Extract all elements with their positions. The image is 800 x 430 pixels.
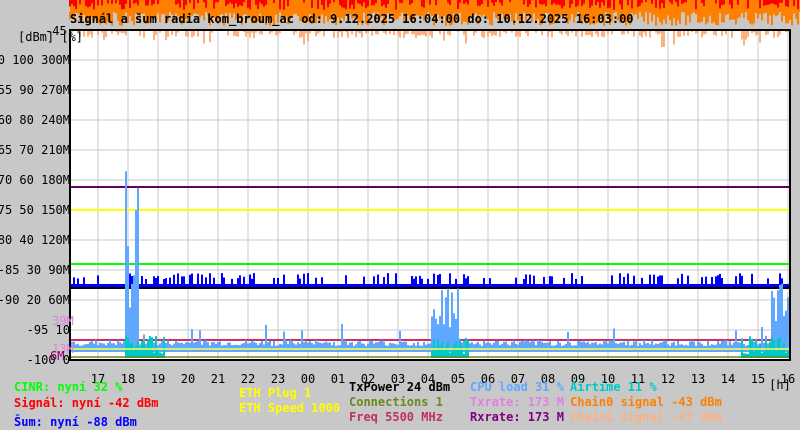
legend-eth-speed: ETH Speed 1000 bbox=[239, 401, 341, 415]
legend-airtime: Airtime 11 % bbox=[570, 380, 657, 394]
x-axis-label: 01 bbox=[330, 372, 346, 386]
graph-canvas bbox=[69, 0, 800, 361]
legend-cinr: CINR: nyní 32 % bbox=[14, 380, 123, 394]
x-axis-label: 18 bbox=[120, 372, 136, 386]
x-axis-label: 00 bbox=[300, 372, 316, 386]
legend-chain1: Chain1 signal -47 dBm bbox=[570, 410, 722, 424]
legend-rxrate: Rxrate: 173 M bbox=[470, 410, 564, 424]
x-unit-label: [h] bbox=[769, 378, 791, 392]
y-axis-label: -60 80 240M bbox=[0, 113, 70, 127]
legend-noise: Šum: nyní -88 dBm bbox=[14, 415, 137, 429]
signal-noise-graph: Signál a šum radia kom_broum_ac od: 9.12… bbox=[0, 0, 800, 430]
y-axis-label: -75 50 150M bbox=[0, 203, 70, 217]
x-axis-label: 22 bbox=[240, 372, 256, 386]
y-top-label: -45 bbox=[45, 24, 67, 38]
legend-chain0: Chain0 signal -43 dBm bbox=[570, 395, 722, 409]
x-axis-label: 15 bbox=[750, 372, 766, 386]
legend-txrate: Txrate: 173 M bbox=[470, 395, 564, 409]
legend-eth-plug: ETH Plug 1 bbox=[239, 386, 312, 400]
rate-axis-label: 6M bbox=[50, 349, 65, 363]
legend-signal: Signál: nyní -42 dBm bbox=[14, 396, 159, 410]
y-axis-label: -55 90 270M bbox=[0, 83, 70, 97]
y-axis-label: -80 40 120M bbox=[0, 233, 70, 247]
legend-txpower: TxPower 24 dBm bbox=[349, 380, 451, 394]
x-axis-label: 13 bbox=[690, 372, 706, 386]
x-axis-label: 21 bbox=[210, 372, 226, 386]
x-axis-label: 23 bbox=[270, 372, 286, 386]
rate-axis-label: 39M bbox=[52, 314, 74, 328]
x-axis-label: 20 bbox=[180, 372, 196, 386]
y-axis-label: -85 30 90M bbox=[0, 263, 70, 277]
legend-cpu-load: CPU load 31 % bbox=[470, 380, 564, 394]
y-axis-label: -50 100 300M bbox=[0, 53, 70, 67]
x-axis-label: 19 bbox=[150, 372, 166, 386]
y-axis-label: -65 70 210M bbox=[0, 143, 70, 157]
x-axis-label: 14 bbox=[720, 372, 736, 386]
y-axis-label: -90 20 60M bbox=[0, 293, 70, 307]
x-axis-label: 05 bbox=[450, 372, 466, 386]
graph-title: Signál a šum radia kom_broum_ac od: 9.12… bbox=[70, 12, 634, 26]
plot-area bbox=[70, 30, 790, 360]
y-axis-label: -70 60 180M bbox=[0, 173, 70, 187]
legend-freq: Freq 5500 MHz bbox=[349, 410, 443, 424]
legend-connections: Connections 1 bbox=[349, 395, 443, 409]
x-axis-label: 12 bbox=[660, 372, 676, 386]
